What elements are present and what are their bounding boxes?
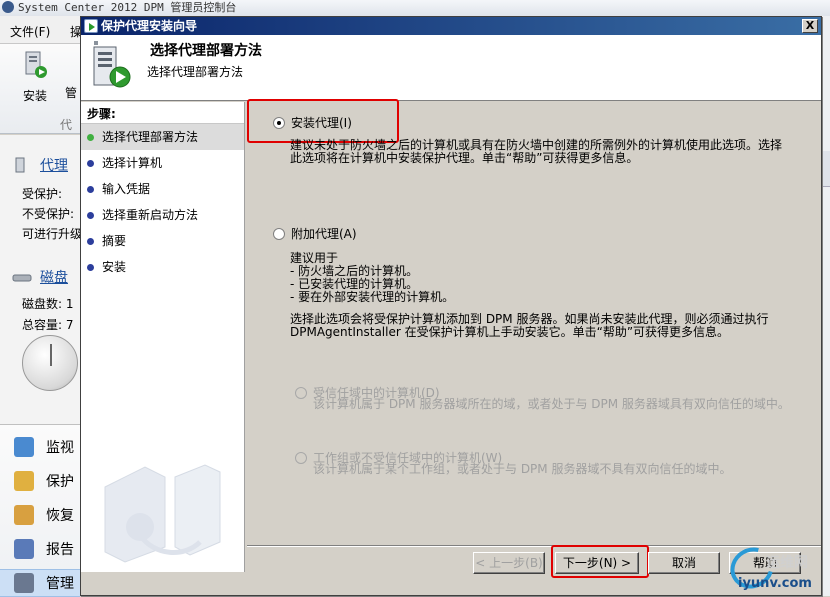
watermark-brand: 运维网 bbox=[766, 555, 808, 571]
wizard-content: 安装代理(I) 建议未处于防火墙之后的计算机或具有在防火墙中创建的所需例外的计算… bbox=[247, 99, 821, 547]
upgradable-count: 可进行升级 bbox=[22, 227, 83, 241]
step-bullet-icon bbox=[87, 264, 94, 271]
page-title: 选择代理部署方法 bbox=[150, 43, 262, 59]
capacity-gauge bbox=[22, 335, 78, 391]
unprotected-count: 不受保护: bbox=[22, 207, 75, 221]
workgroup-radio[interactable] bbox=[295, 451, 307, 464]
step-item-restart-method[interactable]: 选择重新启动方法 bbox=[81, 202, 244, 228]
console-menu-bar: 文件(F) 操 bbox=[0, 16, 82, 44]
nav-monitoring-label: 监视 bbox=[46, 440, 74, 456]
cancel-button[interactable]: 取消 bbox=[648, 552, 720, 574]
step-bullet-icon bbox=[87, 238, 94, 245]
watermark-url: iyunv.com bbox=[738, 576, 812, 591]
step-item-deployment-method[interactable]: 选择代理部署方法 bbox=[81, 124, 244, 150]
nav-protection[interactable]: 保护 bbox=[14, 471, 74, 491]
steps-pane: 步骤: 选择代理部署方法 选择计算机 输入凭据 选择重新启动方法 摘要 安装 bbox=[81, 102, 245, 572]
servers-watermark-art bbox=[104, 464, 221, 563]
reporting-icon bbox=[14, 539, 34, 559]
protected-count: 受保护: bbox=[22, 187, 63, 201]
install-agent-option[interactable]: 安装代理(I) bbox=[273, 114, 352, 131]
agent-icon bbox=[15, 157, 25, 173]
step-item-summary[interactable]: 摘要 bbox=[81, 228, 244, 254]
agents-link[interactable]: 代理 bbox=[40, 155, 68, 175]
wizard-title: 保护代理安装向导 bbox=[101, 19, 198, 33]
step-bullet-icon bbox=[87, 160, 94, 167]
wizard-title-bar: 保护代理安装向导 X bbox=[81, 17, 821, 35]
step-label: 选择重新启动方法 bbox=[102, 208, 199, 222]
wizard-header: 选择代理部署方法 选择代理部署方法 bbox=[81, 35, 821, 101]
console-title: System Center 2012 DPM 管理员控制台 bbox=[18, 1, 237, 14]
disks-link[interactable]: 磁盘 bbox=[40, 267, 68, 287]
close-icon: X bbox=[805, 19, 815, 32]
protection-icon bbox=[14, 471, 34, 491]
disk-icon bbox=[12, 274, 32, 282]
nav-monitoring[interactable]: 监视 bbox=[14, 437, 74, 457]
nav-management[interactable]: 管理 bbox=[0, 569, 80, 597]
dpm-app-icon bbox=[2, 1, 14, 13]
step-label: 摘要 bbox=[102, 234, 127, 248]
workgroup-description: 该计算机属于某个工作组，或者处于与 DPM 服务器域不具有双向信任的域中。 bbox=[313, 462, 732, 476]
monitoring-icon bbox=[14, 437, 34, 457]
protection-agent-install-wizard: 保护代理安装向导 X 选择代理部署方法 选择代理部署方法 步骤: 选择代理部署方… bbox=[80, 16, 822, 596]
manage-ribbon-button[interactable]: 管 bbox=[62, 50, 80, 101]
recovery-icon bbox=[14, 505, 34, 525]
next-button[interactable]: 下一步(N) > bbox=[555, 552, 639, 574]
nav-recovery[interactable]: 恢复 bbox=[14, 505, 74, 525]
install-agent-description: 建议未处于防火墙之后的计算机或具有在防火墙中创建的所需例外的计算机使用此选项。选… bbox=[290, 138, 783, 165]
step-item-select-computers[interactable]: 选择计算机 bbox=[81, 150, 244, 176]
attach-agent-option[interactable]: 附加代理(A) bbox=[273, 225, 357, 242]
steps-label: 步骤: bbox=[87, 107, 116, 121]
attach-agent-line-4: - 要在外部安装代理的计算机。 bbox=[290, 290, 455, 304]
attach-agent-description-2: 选择此选项会将受保护计算机添加到 DPM 服务器。如果尚未安装此代理，则必须通过… bbox=[290, 312, 769, 339]
menu-file[interactable]: 文件(F) bbox=[10, 23, 50, 40]
nav-reporting[interactable]: 报告 bbox=[14, 539, 74, 559]
current-step-icon bbox=[87, 134, 94, 141]
total-capacity: 总容量: 7 bbox=[22, 318, 74, 332]
step-label: 输入凭据 bbox=[102, 182, 151, 196]
wizard-header-icon bbox=[93, 41, 131, 88]
nav-management-label: 管理 bbox=[46, 576, 74, 592]
install-agent-label: 安装代理(I) bbox=[291, 116, 352, 130]
console-title-bar: System Center 2012 DPM 管理员控制台 bbox=[0, 0, 830, 16]
manage-ribbon-label: 管 bbox=[64, 86, 77, 100]
trusted-domain-description: 该计算机属于 DPM 服务器域所在的域，或者处于与 DPM 服务器域具有双向信任… bbox=[313, 397, 790, 411]
nav-reporting-label: 报告 bbox=[46, 542, 74, 558]
install-ribbon-button[interactable]: 安装 bbox=[15, 50, 55, 104]
back-button[interactable]: < 上一步(B) bbox=[473, 552, 545, 574]
step-bullet-icon bbox=[87, 186, 94, 193]
console-nav-pane: 监视 保护 恢复 报告 管理 bbox=[0, 424, 80, 597]
attach-agent-radio[interactable] bbox=[273, 227, 285, 240]
step-item-credentials[interactable]: 输入凭据 bbox=[81, 176, 244, 202]
install-ribbon-label: 安装 bbox=[22, 89, 47, 103]
page-subtitle: 选择代理部署方法 bbox=[147, 65, 244, 79]
wizard-title-icon bbox=[84, 19, 98, 33]
console-ribbon: 安装 管 代理 bbox=[0, 44, 80, 149]
step-label: 安装 bbox=[102, 260, 127, 274]
attach-agent-label: 附加代理(A) bbox=[291, 227, 357, 241]
step-bullet-icon bbox=[87, 212, 94, 219]
install-agent-radio[interactable] bbox=[273, 116, 285, 129]
nav-recovery-label: 恢复 bbox=[46, 508, 74, 524]
step-item-install[interactable]: 安装 bbox=[81, 254, 244, 280]
site-watermark: 运维网 iyunv.com bbox=[722, 539, 830, 597]
step-label: 选择计算机 bbox=[102, 156, 163, 170]
install-agent-icon bbox=[25, 51, 47, 78]
nav-protection-label: 保护 bbox=[46, 474, 74, 490]
trusted-domain-radio[interactable] bbox=[295, 386, 307, 399]
disk-count: 磁盘数: 1 bbox=[22, 297, 74, 311]
close-button[interactable]: X bbox=[802, 19, 818, 33]
management-icon bbox=[14, 573, 34, 593]
step-label: 选择代理部署方法 bbox=[102, 130, 199, 144]
console-summary-pane: 代理 受保护: 不受保护: 可进行升级 磁盘 磁盘数: 1 总容量: 7 监视 … bbox=[0, 135, 83, 597]
